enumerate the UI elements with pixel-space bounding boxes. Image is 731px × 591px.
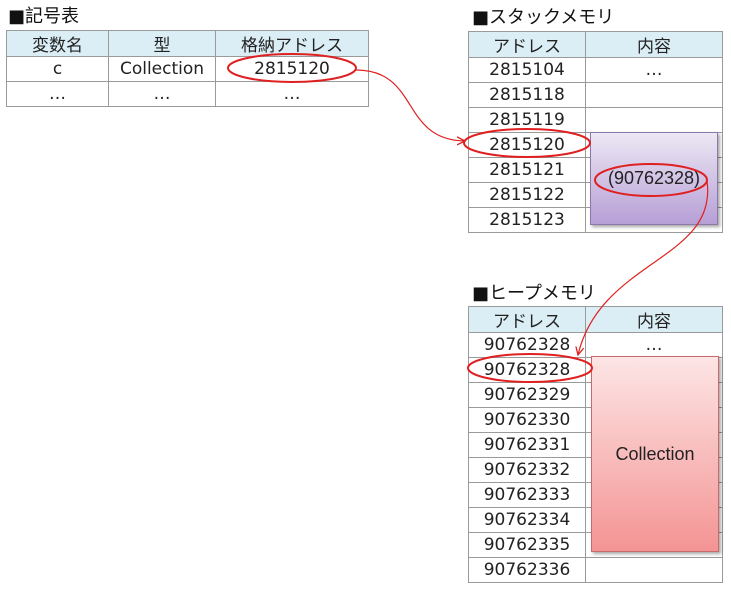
header-type: 型 [108, 30, 216, 57]
address-cell: 2815119 [468, 107, 586, 133]
address-cell: 90762335 [468, 532, 586, 558]
address-cell: 90762330 [468, 407, 586, 433]
header-content: 内容 [585, 31, 723, 58]
address-cell: 2815122 [468, 182, 586, 208]
table-row: 90762328… [468, 332, 723, 358]
address-cell: 2815120 [468, 132, 586, 158]
header-variable-name: 変数名 [6, 30, 109, 57]
header-content: 内容 [585, 306, 723, 333]
table-row: 2815119 [468, 107, 723, 133]
stack-memory-header: アドレス 内容 [468, 31, 723, 58]
content-cell [585, 82, 723, 108]
stored-address-cell: 2815120 [215, 56, 369, 82]
table-row: … … … [6, 81, 369, 107]
address-cell: 2815123 [468, 207, 586, 233]
heap-object-label: Collection [615, 443, 695, 464]
heap-memory-title: ■ヒープメモリ [472, 283, 596, 304]
type-cell: … [108, 81, 216, 107]
table-row: 90762336 [468, 557, 723, 583]
heap-object-box: Collection [591, 356, 719, 552]
symbol-table-title: ■記号表 [8, 6, 80, 27]
content-cell: … [585, 332, 723, 358]
content-cell [585, 107, 723, 133]
address-cell: 90762331 [468, 432, 586, 458]
content-cell: … [585, 57, 723, 83]
table-row: c Collection 2815120 [6, 56, 369, 82]
arrow-symbol-to-stack [355, 69, 465, 141]
variable-name-cell: … [6, 81, 109, 107]
address-cell: 90762333 [468, 482, 586, 508]
address-cell: 90762328 [468, 332, 586, 358]
header-address: アドレス [468, 31, 586, 58]
address-cell: 2815104 [468, 57, 586, 83]
stored-address-cell: … [215, 81, 369, 107]
address-cell: 90762334 [468, 507, 586, 533]
stack-memory-title: ■スタックメモリ [472, 7, 615, 28]
address-cell: 90762332 [468, 457, 586, 483]
symbol-table-header: 変数名 型 格納アドレス [6, 30, 369, 57]
type-cell: Collection [108, 56, 216, 82]
address-cell: 2815121 [468, 157, 586, 183]
heap-memory-header: アドレス 内容 [468, 306, 723, 333]
address-cell: 90762328 [468, 357, 586, 383]
table-row: 2815104… [468, 57, 723, 83]
symbol-table: 変数名 型 格納アドレス c Collection 2815120 … … … [6, 30, 369, 107]
address-cell: 90762336 [468, 557, 586, 583]
variable-name-cell: c [6, 56, 109, 82]
table-row: 2815118 [468, 82, 723, 108]
address-cell: 2815118 [468, 82, 586, 108]
header-stored-address: 格納アドレス [215, 30, 369, 57]
stack-value-box: (90762328) [590, 132, 718, 225]
address-cell: 90762329 [468, 382, 586, 408]
content-cell [585, 557, 723, 583]
header-address: アドレス [468, 306, 586, 333]
stack-stored-value: (90762328) [607, 168, 701, 188]
